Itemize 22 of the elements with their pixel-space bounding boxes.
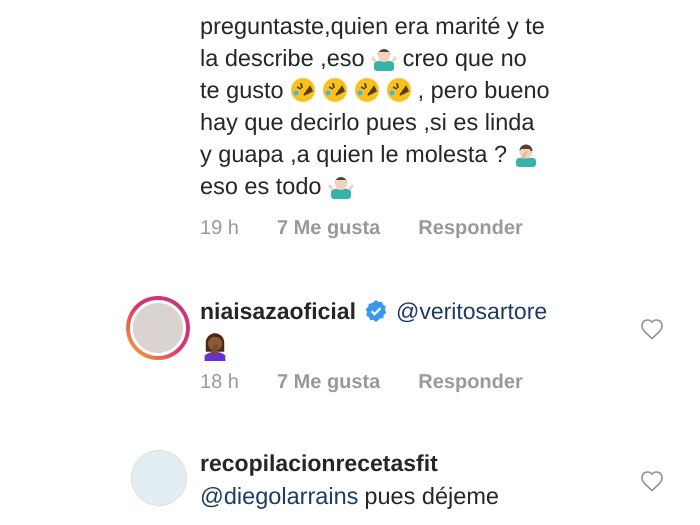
heart-like-icon[interactable] [640, 470, 664, 492]
heart-like-icon[interactable] [640, 318, 664, 340]
comment-text: pues déjeme [364, 482, 499, 510]
mention-link[interactable]: @veritosartore [396, 298, 548, 324]
comment-text: , pero bueno [418, 76, 550, 104]
comment-time: 19 h [200, 216, 239, 240]
laughing-face-emoji-icon [322, 77, 348, 103]
comment-text: la describe ,eso [200, 44, 365, 72]
photo-placeholder [130, 300, 186, 356]
username[interactable]: recopilacionrecetasfit [200, 450, 438, 476]
laughing-face-emoji-icon [354, 77, 380, 103]
comment-text: hay que decirlo pues ,si es linda [200, 108, 534, 136]
comment-text: te gusto [200, 76, 284, 104]
comment-time: 18 h [200, 370, 239, 394]
mention-link[interactable]: @diegolarrains [200, 482, 358, 510]
laughing-face-emoji-icon [290, 77, 316, 103]
laughing-face-emoji-icon [386, 77, 412, 103]
comment-text: creo que no [402, 44, 527, 72]
comment-text: eso es todo [200, 172, 322, 200]
comment-text: y guapa ,a quien le molesta ? [200, 140, 508, 168]
comment-text: preguntaste,quien era marité y te [200, 12, 545, 40]
username[interactable]: niaisazaoficial [200, 298, 356, 324]
